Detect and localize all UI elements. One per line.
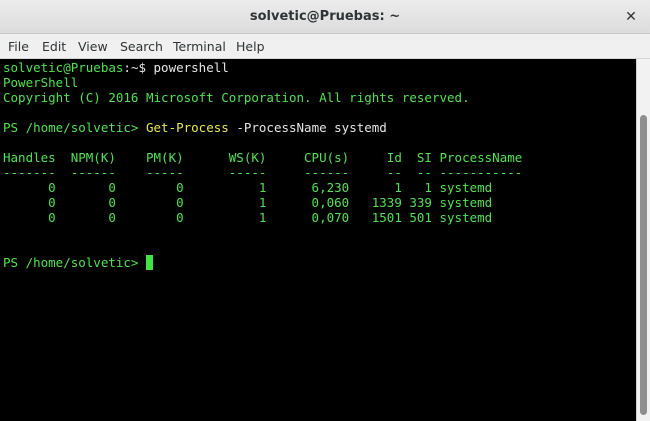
ps-prompt: PS /home/solvetic> xyxy=(3,120,146,135)
menu-terminal[interactable]: Terminal xyxy=(173,39,226,54)
table-row: 0 0 0 1 0,070 1501 501 systemd xyxy=(3,210,493,225)
cmdlet-name: Get-Process xyxy=(146,120,229,135)
prompt-command: :~$ powershell xyxy=(123,60,229,75)
shell-prompt-line: solvetic@Pruebas:~$ powershell xyxy=(3,60,229,75)
close-icon[interactable]: ✕ xyxy=(622,8,640,26)
table-row: 0 0 0 1 6,230 1 1 systemd xyxy=(3,180,493,195)
table-rule: ------- ------ ----- ----- ------ -- -- … xyxy=(3,165,523,180)
ps-prompt-final: PS /home/solvetic> xyxy=(3,255,146,270)
table-header: Handles NPM(K) PM(K) WS(K) CPU(s) Id SI … xyxy=(3,150,523,165)
terminal-output[interactable]: solvetic@Pruebas:~$ powershell PowerShel… xyxy=(0,59,636,421)
terminal-window: solvetic@Pruebas: ~ ✕ File Edit View Sea… xyxy=(0,0,650,421)
window-title: solvetic@Pruebas: ~ xyxy=(249,9,401,24)
menu-edit[interactable]: Edit xyxy=(42,39,66,54)
final-prompt-line: PS /home/solvetic> xyxy=(3,255,153,270)
menu-bar: File Edit View Search Terminal Help xyxy=(0,34,650,59)
banner-copyright: Copyright (C) 2016 Microsoft Corporation… xyxy=(3,90,470,105)
menu-help[interactable]: Help xyxy=(236,39,265,54)
menu-file[interactable]: File xyxy=(8,39,29,54)
cmdlet-args: -ProcessName systemd xyxy=(228,120,387,135)
ps-command-line: PS /home/solvetic> Get-Process -ProcessN… xyxy=(3,120,387,135)
scrollbar-thumb[interactable] xyxy=(640,115,647,415)
title-bar[interactable]: solvetic@Pruebas: ~ ✕ xyxy=(0,0,650,34)
text-cursor xyxy=(146,255,153,270)
menu-search[interactable]: Search xyxy=(120,39,163,54)
scrollbar[interactable] xyxy=(636,59,650,421)
prompt-user: solvetic@Pruebas xyxy=(3,60,124,75)
table-row: 0 0 0 1 0,060 1339 339 systemd xyxy=(3,195,493,210)
banner-name: PowerShell xyxy=(3,75,79,90)
menu-view[interactable]: View xyxy=(78,39,108,54)
